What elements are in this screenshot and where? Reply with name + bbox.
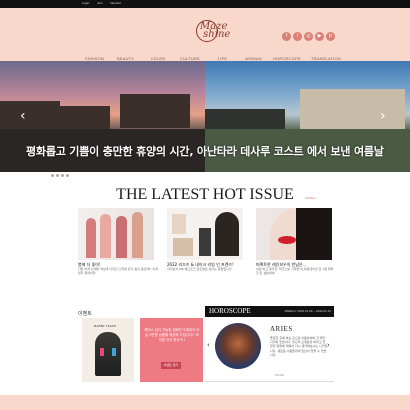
- event-promo-text: 레이스 칩이 가능한 캠페인 도움되어 아닐 2만원 상품을 제공해 드립니다!…: [144, 328, 200, 342]
- pinterest-icon[interactable]: p: [326, 32, 335, 41]
- horoscope-title: HOROSCOPE: [209, 307, 251, 315]
- logo-text: Maze shine: [200, 21, 231, 40]
- event-heading: 이벤트: [78, 311, 92, 317]
- aries-zodiac-image: [215, 323, 261, 369]
- twitter-icon[interactable]: t: [293, 32, 302, 41]
- hero-prev-arrow-icon[interactable]: ‹: [20, 108, 26, 124]
- article-card[interactable]: 봄에 더 좋아! 다른 하게 쓰세라 색상과 디자인 스타일 유기 충아 중인데…: [78, 208, 158, 275]
- hero-pagination: [46, 162, 71, 181]
- site-header: Maze shine f t ◎ ▶ p FASHION BEAUTY CELE…: [0, 8, 410, 61]
- instagram-icon[interactable]: ◎: [304, 32, 313, 41]
- article-thumbnail: [167, 208, 243, 260]
- youtube-icon[interactable]: ▶: [315, 32, 324, 41]
- horoscope-widget: HOROSCOPE WEEKLY 2022.01.06 ~ 2022.01.12…: [205, 306, 334, 382]
- event-book-image: BARBY LEAVE: [82, 318, 134, 382]
- article-card[interactable]: 2022 리즈즈 & 네이크 리빙 인 프렌즈! 지키보서 MZ 헤고프크 만트…: [167, 208, 243, 271]
- latest-more-link[interactable]: MORE +: [305, 196, 317, 200]
- login-link[interactable]: Login: [82, 1, 89, 5]
- horoscope-date: WEEKLY 2022.01.06 ~ 2022.01.12: [284, 309, 331, 313]
- article-desc: 다른 하게 쓰세라 색상과 디자인 스타일 유기 충아 중인데!! 이겼었다 뭐…: [78, 267, 158, 275]
- article-thumbnail: [78, 208, 154, 260]
- horoscope-more-link[interactable]: MORE: [275, 373, 284, 377]
- horoscope-header: HOROSCOPE WEEKLY 2022.01.06 ~ 2022.01.12: [205, 306, 334, 317]
- section-title: THE LATEST HOT ISSUE: [116, 186, 294, 203]
- article-card[interactable]: 퍼팩트한 레인보우의 만남은... 내걸 하고 생각한 '피크스를 가까면'이 …: [256, 208, 333, 275]
- hero-dot[interactable]: [61, 174, 64, 177]
- join-link[interactable]: Join: [97, 1, 103, 5]
- event-join-button[interactable]: 이벤트 참가: [161, 362, 181, 369]
- event-promo-panel: 레이스 칩이 가능한 캠페인 도움되어 아닐 2만원 상품을 제공해 드립니다!…: [140, 318, 203, 382]
- hero-dot[interactable]: [66, 174, 69, 177]
- hero-dot[interactable]: [51, 174, 54, 177]
- hero-next-arrow-icon[interactable]: ›: [380, 108, 386, 124]
- horoscope-desc: 좋은한 곳에 하는 곳으로 이동하여야 할 때가 다가와 있습니다. 당신이 오…: [270, 336, 328, 357]
- event-banner[interactable]: BARBY LEAVE 레이스 칩이 가능한 캠페인 도움되어 아닐 2만원 상…: [77, 318, 205, 382]
- site-footer: [0, 395, 410, 410]
- article-desc: 지키보서 MZ 헤고프크 만트셀로 보다는 정말입니다: [167, 267, 232, 271]
- top-bar: Login Join Intro/Ad: [0, 0, 410, 8]
- facebook-icon[interactable]: f: [282, 32, 291, 41]
- hero-dot[interactable]: [46, 174, 49, 177]
- book-title: BARBY LEAVE: [94, 324, 117, 328]
- hero-dot[interactable]: [56, 174, 59, 177]
- site-logo[interactable]: Maze shine: [193, 18, 233, 52]
- horoscope-sign: ARIES: [270, 325, 293, 333]
- article-desc: 내걸 하고 생각한 '피크스를 가까면'이 파운데이션 한 1일 화려한 돈 샘…: [256, 267, 334, 275]
- hero-caption[interactable]: 평화롭고 기쁨이 충만한 휴양의 시간, 아난타라 데사루 코스트 에서 보낸 …: [26, 143, 384, 159]
- article-thumbnail: [256, 208, 332, 260]
- horoscope-prev-arrow-icon[interactable]: ‹: [207, 341, 210, 349]
- intro-link[interactable]: Intro/Ad: [110, 1, 121, 5]
